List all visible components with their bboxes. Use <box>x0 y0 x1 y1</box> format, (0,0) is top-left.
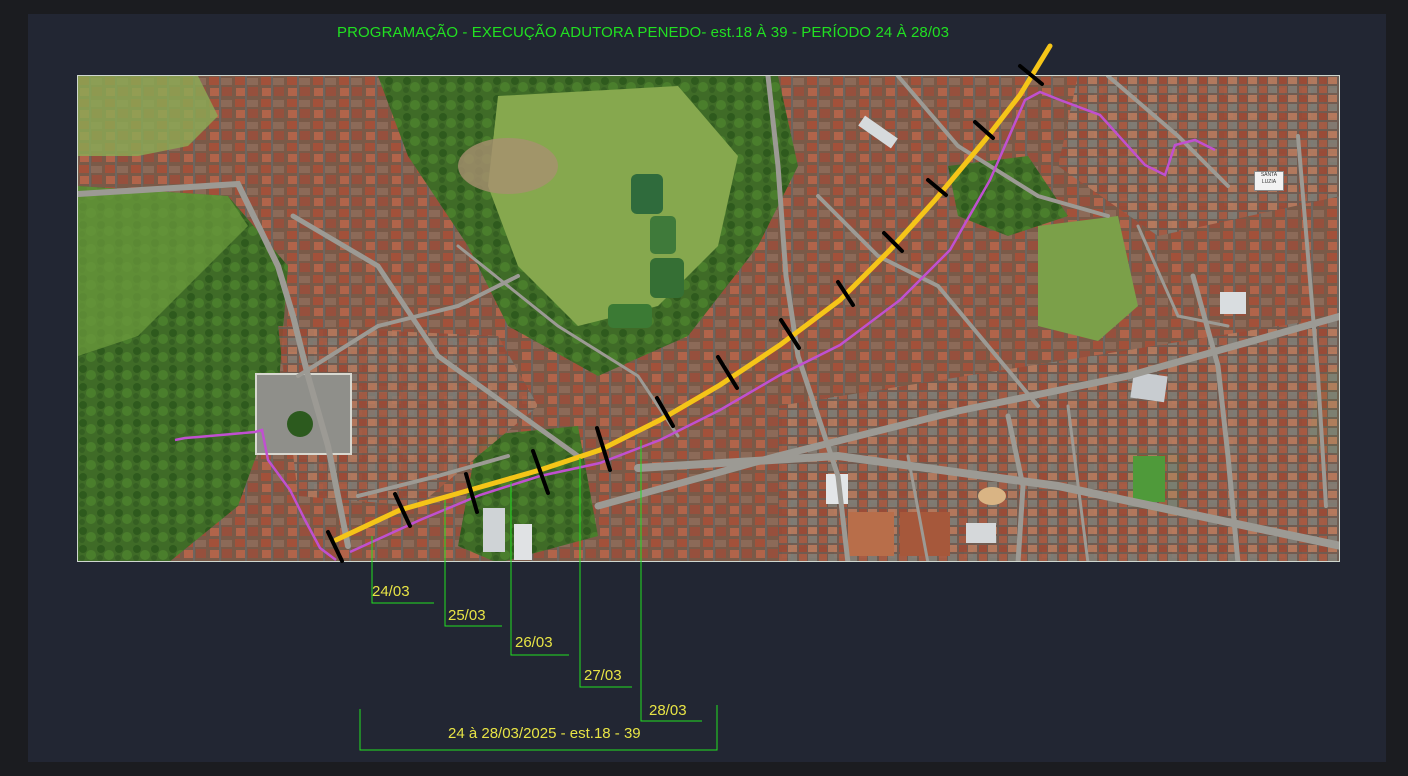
leader-line-2803 <box>640 440 702 722</box>
date-label-2803: 28/03 <box>649 702 687 719</box>
planned-pipeline-line <box>333 43 1053 543</box>
pipeline-overlay <box>174 43 1216 751</box>
station-marks <box>326 64 1044 563</box>
leader-line-2603 <box>510 482 569 656</box>
existing-network-line <box>174 428 337 561</box>
date-label-2603: 26/03 <box>515 634 553 651</box>
period-summary: 24 à 28/03/2025 - est.18 - 39 <box>448 725 641 742</box>
leader-line-2703 <box>579 458 632 688</box>
date-label-2403: 24/03 <box>372 583 410 600</box>
date-label-2503: 25/03 <box>448 607 486 624</box>
date-label-2703: 27/03 <box>584 667 622 684</box>
